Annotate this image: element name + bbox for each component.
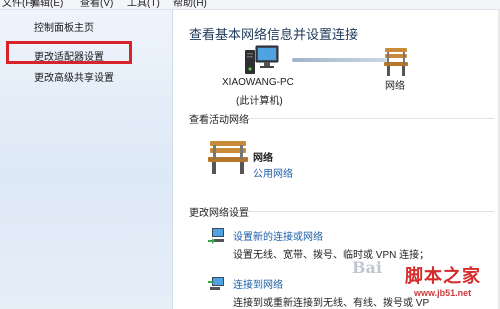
computer-name: XIAOWANG-PC <box>222 77 294 88</box>
connect-network-desc: 连接到或重新连接到无线、有线、拨号或 VP <box>233 298 430 309</box>
site-url-watermark: www.jb51.net <box>414 288 472 298</box>
connect-network-icon <box>208 277 224 290</box>
computer-sub-label: (此计算机) <box>236 96 283 107</box>
computer-icon <box>245 45 279 74</box>
menu-bar: 文件(F) 编辑(E) 查看(V) 工具(T) 帮助(H) <box>0 0 500 10</box>
menu-edit[interactable]: 编辑(E) <box>30 0 63 9</box>
baidu-watermark: Bai <box>352 258 382 277</box>
menu-help[interactable]: 帮助(H) <box>173 0 207 9</box>
divider <box>247 118 494 119</box>
menu-tools[interactable]: 工具(T) <box>127 0 160 9</box>
network-label: 网络 <box>385 81 405 92</box>
active-network-name: 网络 <box>253 153 273 164</box>
bench-network-large-icon <box>208 141 248 174</box>
network-type-link[interactable]: 公用网络 <box>253 165 293 180</box>
change-settings-heading: 更改网络设置 <box>189 208 249 219</box>
setup-connection-icon <box>208 228 224 244</box>
divider <box>243 211 494 212</box>
connect-network-link[interactable]: 连接到网络 <box>233 276 283 291</box>
active-networks-heading: 查看活动网络 <box>189 115 249 126</box>
sidebar-item-change-advanced-sharing[interactable]: 更改高级共享设置 <box>34 69 114 84</box>
highlight-box <box>6 41 132 64</box>
setup-connection-link[interactable]: 设置新的连接或网络 <box>233 228 323 243</box>
site-watermark: 脚本之家 <box>405 266 481 286</box>
setup-connection-desc: 设置无线、宽带、拨号、临时或 VPN 连接； <box>233 250 430 261</box>
bench-network-icon <box>384 48 408 76</box>
menu-view[interactable]: 查看(V) <box>80 0 113 9</box>
connection-line <box>292 58 387 62</box>
sidebar-item-control-panel-home[interactable]: 控制面板主页 <box>34 19 94 34</box>
page-title: 查看基本网络信息并设置连接 <box>189 27 359 42</box>
